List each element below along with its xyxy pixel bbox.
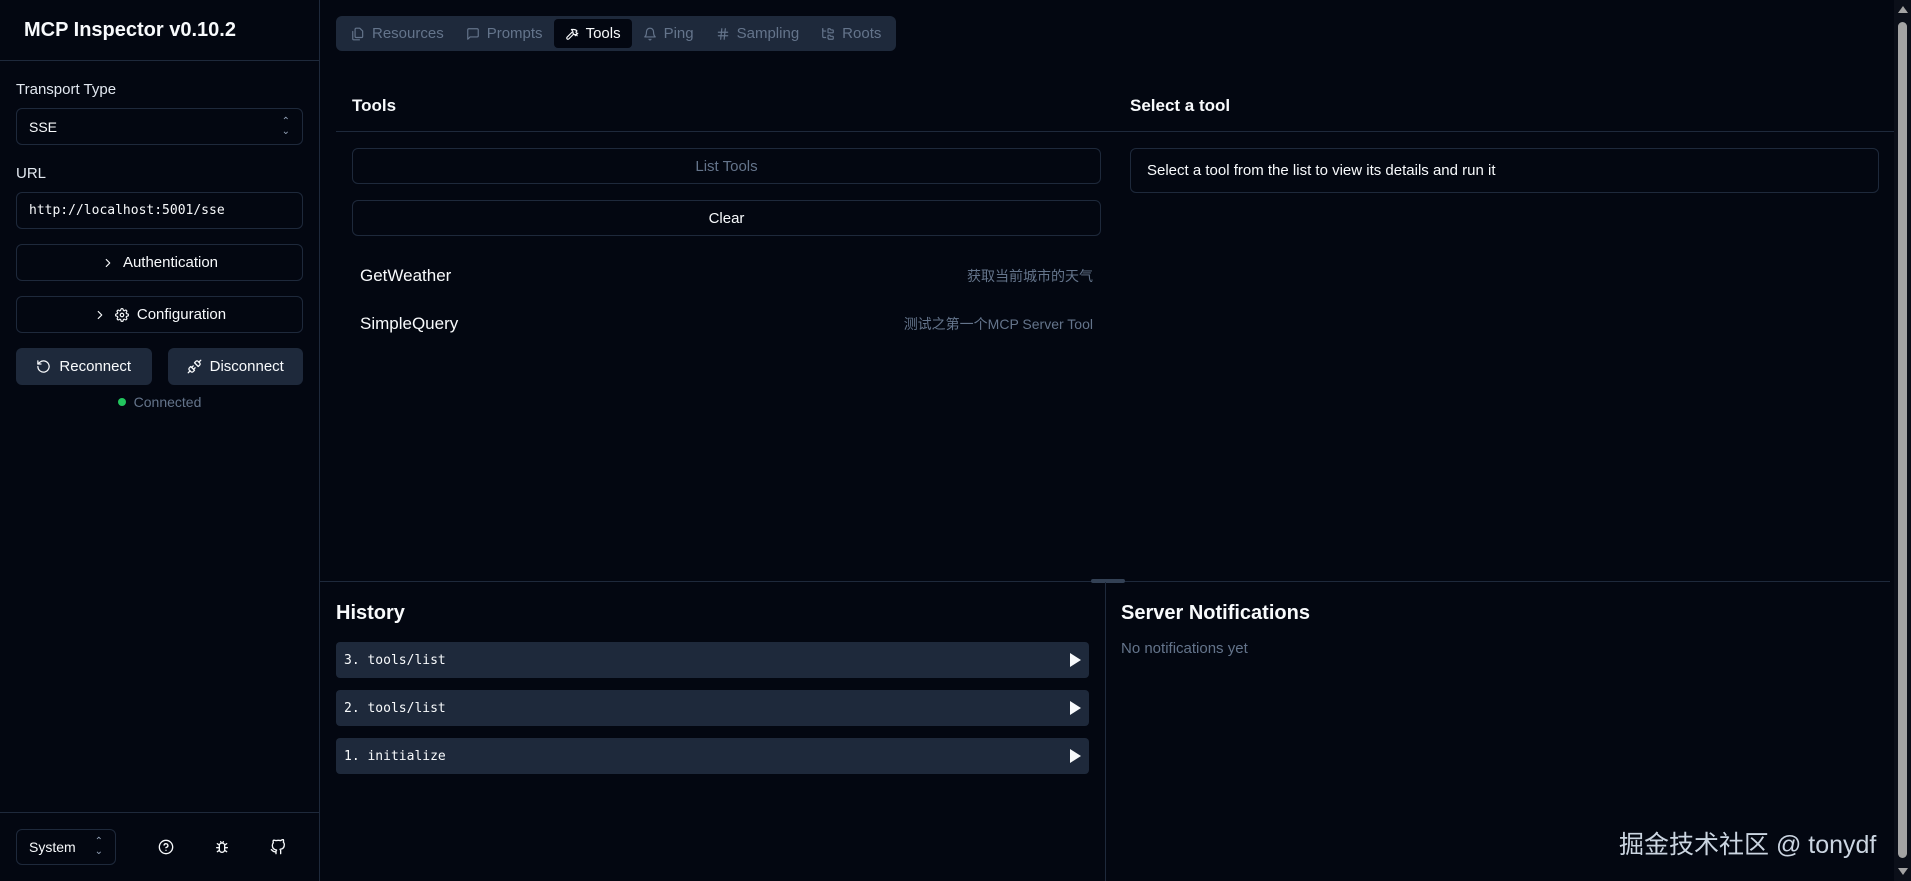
connection-actions: Reconnect Disconnect: [16, 348, 303, 385]
tab-ping[interactable]: Ping: [632, 19, 705, 48]
play-icon[interactable]: [1070, 653, 1081, 667]
help-circle-icon: [158, 839, 174, 855]
gear-icon: [114, 307, 129, 322]
tab-label: Prompts: [486, 25, 543, 42]
history-item[interactable]: 3. tools/list: [336, 642, 1089, 678]
help-button[interactable]: [156, 837, 176, 857]
watermark: 掘金技术社区 @ tonydf: [1619, 831, 1877, 859]
bug-icon: [216, 841, 228, 853]
reconnect-label: Reconnect: [59, 358, 132, 375]
play-icon[interactable]: [1070, 749, 1081, 763]
page-scrollbar[interactable]: [1894, 0, 1911, 881]
scroll-up-icon[interactable]: [1898, 6, 1908, 13]
tool-detail-panel: Select a tool Select a tool from the lis…: [1114, 80, 1895, 560]
files-icon: [352, 27, 364, 40]
tool-description: 获取当前城市的天气: [967, 268, 1093, 284]
connection-status: Connected: [16, 394, 303, 410]
chevron-right-icon: [97, 310, 103, 319]
sidebar-header: MCP Inspector v0.10.2: [0, 0, 319, 61]
url-input[interactable]: http://localhost:5001/sse: [16, 192, 303, 229]
tool-item[interactable]: GetWeather 获取当前城市的天气: [352, 252, 1101, 300]
tool-name: GetWeather: [360, 266, 452, 285]
history-item[interactable]: 1. initialize: [336, 738, 1089, 774]
history-list: 3. tools/list 2. tools/list 1. initializ…: [336, 642, 1089, 774]
github-button[interactable]: [268, 837, 288, 857]
connection-form: Transport Type SSE ⌃ ⌄ URL http://localho…: [0, 61, 319, 410]
history-item-label: 3. tools/list: [344, 652, 446, 668]
status-text: Connected: [133, 394, 202, 410]
chevrons-up-down-icon: ⌃ ⌄: [94, 836, 103, 857]
chevrons-up-down-icon: ⌃ ⌄: [281, 115, 290, 137]
server-notifications-panel: Server Notifications No notifications ye…: [1121, 596, 1861, 658]
notifications-title: Server Notifications: [1121, 601, 1310, 624]
disconnect-button[interactable]: Disconnect: [167, 348, 303, 385]
chevron-right-icon: [105, 258, 111, 267]
hash-icon: [717, 27, 728, 40]
theme-select[interactable]: System ⌃ ⌄: [16, 829, 116, 865]
configuration-toggle[interactable]: Configuration: [16, 296, 303, 333]
rotate-ccw-icon: [37, 360, 51, 373]
sidebar-footer: System ⌃ ⌄: [0, 812, 319, 881]
tool-detail-title: Select a tool: [1114, 80, 1895, 132]
tab-resources[interactable]: Resources: [340, 19, 455, 48]
disconnect-label: Disconnect: [209, 358, 284, 375]
transport-type-label: Transport Type: [16, 81, 117, 98]
scrollbar-thumb[interactable]: [1898, 22, 1907, 858]
unplug-icon: [187, 359, 202, 374]
history-item[interactable]: 2. tools/list: [336, 690, 1089, 726]
vertical-divider: [1105, 582, 1106, 881]
tab-label: Roots: [842, 25, 882, 42]
bug-report-button[interactable]: [212, 837, 232, 857]
github-icon: [270, 839, 285, 855]
tool-description: 测试之第一个MCP Server Tool: [903, 316, 1093, 332]
app-title: MCP Inspector v0.10.2: [24, 18, 236, 41]
main-content: Resources Prompts Tools Ping Sampling Ro…: [320, 0, 1911, 881]
sidebar: MCP Inspector v0.10.2 Transport Type SSE…: [0, 0, 320, 881]
list-tools-button[interactable]: List Tools: [352, 148, 1101, 184]
status-dot-icon: [117, 398, 126, 406]
scroll-down-icon[interactable]: [1898, 868, 1908, 875]
reconnect-button[interactable]: Reconnect: [16, 348, 152, 385]
transport-type-value: SSE: [29, 118, 58, 135]
tool-detail-content: Select a tool from the list to view its …: [1114, 132, 1895, 209]
tab-prompts[interactable]: Prompts: [455, 19, 554, 48]
history-panel: History 3. tools/list 2. tools/list 1. i…: [336, 596, 1089, 774]
authentication-label: Authentication: [122, 254, 219, 271]
tab-roots[interactable]: Roots: [810, 19, 892, 48]
hammer-icon: [565, 28, 578, 40]
notifications-empty-text: No notifications yet: [1121, 640, 1248, 657]
resize-handle[interactable]: [1091, 579, 1125, 583]
tab-list: Resources Prompts Tools Ping Sampling Ro…: [336, 16, 897, 51]
history-item-label: 2. tools/list: [344, 700, 446, 716]
tools-panel-title: Tools: [336, 80, 1117, 132]
tab-label: Tools: [585, 25, 621, 42]
folder-tree-icon: [822, 27, 835, 40]
tools-panel: Tools List Tools Clear GetWeather 获取当前城市…: [336, 80, 1117, 560]
tab-label: Ping: [663, 25, 694, 42]
tab-label: Sampling: [736, 25, 800, 42]
history-title: History: [336, 601, 405, 624]
theme-value: System: [29, 839, 76, 855]
tools-panel-content: List Tools Clear GetWeather 获取当前城市的天气 Si…: [336, 132, 1117, 364]
tab-sampling[interactable]: Sampling: [705, 19, 811, 48]
select-tool-alert: Select a tool from the list to view its …: [1130, 148, 1879, 193]
transport-type-select[interactable]: SSE ⌃ ⌄: [16, 108, 303, 145]
tab-tools[interactable]: Tools: [553, 19, 632, 48]
authentication-toggle[interactable]: Authentication: [16, 244, 303, 281]
message-square-icon: [466, 27, 479, 40]
clear-button[interactable]: Clear: [352, 200, 1101, 236]
tool-item[interactable]: SimpleQuery 测试之第一个MCP Server Tool: [352, 300, 1101, 348]
play-icon[interactable]: [1070, 701, 1081, 715]
configuration-label: Configuration: [136, 306, 227, 323]
history-item-label: 1. initialize: [344, 748, 446, 764]
bell-icon: [643, 27, 656, 40]
url-label: URL: [16, 165, 47, 182]
tab-label: Resources: [372, 25, 444, 42]
tool-name: SimpleQuery: [360, 314, 459, 333]
